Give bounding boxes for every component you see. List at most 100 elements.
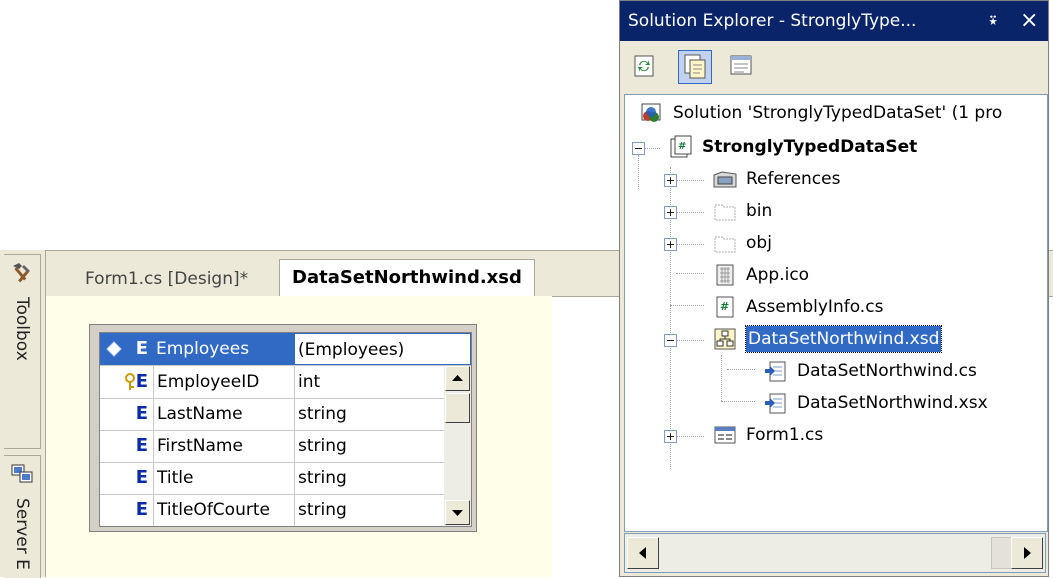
field-type[interactable]: string <box>294 430 444 462</box>
tree-line <box>645 148 660 149</box>
folder-icon <box>714 204 736 221</box>
field-type[interactable]: string <box>294 398 444 430</box>
element-glyph-e-icon: E <box>135 338 148 359</box>
tree-label: Solution 'StronglyTypedDataSet' (1 pro <box>673 103 1003 123</box>
arrow-down-icon <box>452 510 463 516</box>
field-name[interactable]: TitleOfCourte <box>153 494 294 526</box>
server-explorer-tab[interactable]: Server E <box>4 455 41 578</box>
tree-line <box>677 180 704 181</box>
collapse-project-toggle[interactable]: − <box>632 142 645 155</box>
tree-line <box>721 355 722 401</box>
solution-tree[interactable]: Solution 'StronglyTypedDataSet' (1 pro −… <box>624 94 1048 532</box>
tree-label: App.ico <box>746 265 810 285</box>
row-icon-cell: E <box>100 398 152 430</box>
element-glyph-e-icon: E <box>135 371 148 392</box>
windows-form-icon <box>714 426 736 444</box>
svg-text:#: # <box>720 300 729 313</box>
solution-tree-horizontal-scrollbar[interactable] <box>624 533 1046 573</box>
expand-obj-toggle[interactable]: + <box>664 238 677 251</box>
solution-explorer-title: Solution Explorer - StronglyType... <box>628 11 917 31</box>
field-type[interactable]: int <box>294 366 444 398</box>
tree-line <box>677 244 704 245</box>
toolbox-hammer-icon <box>13 263 30 283</box>
element-row[interactable]: E Title string <box>100 462 471 495</box>
row-icon-cell: E <box>100 366 152 398</box>
icon-file-icon <box>716 264 734 286</box>
tree-line <box>721 401 755 402</box>
arrow-up-icon <box>452 375 463 381</box>
element-row[interactable]: E TitleOfCourte string <box>100 494 471 526</box>
expand-references-toggle[interactable]: + <box>664 174 677 187</box>
field-name[interactable]: LastName <box>153 398 294 430</box>
csharp-file-icon: # <box>716 296 734 318</box>
tab-form1-design[interactable]: Form1.cs [Design]* <box>85 265 248 293</box>
field-type[interactable]: string <box>294 494 444 526</box>
collapse-xsd-toggle[interactable]: − <box>664 334 677 347</box>
dependent-file-icon <box>765 393 786 414</box>
dependent-file-icon <box>765 361 786 382</box>
field-name[interactable]: Title <box>153 462 294 494</box>
tree-label: Form1.cs <box>746 425 824 445</box>
field-type[interactable]: string <box>294 462 444 494</box>
tree-line <box>677 212 704 213</box>
properties-icon <box>730 55 752 75</box>
element-row[interactable]: E LastName string <box>100 398 471 431</box>
tree-label: obj <box>746 233 772 253</box>
scroll-left-button[interactable] <box>627 537 659 569</box>
properties-button[interactable] <box>726 50 760 84</box>
solution-explorer-titlebar[interactable]: Solution Explorer - StronglyType... ⍣ × <box>620 1 1048 41</box>
refresh-button[interactable] <box>628 50 662 84</box>
element-name[interactable]: Employees <box>153 333 294 365</box>
tree-line <box>638 155 639 189</box>
tree-label: DataSetNorthwind.cs <box>797 361 977 381</box>
tree-line <box>727 369 755 370</box>
field-name[interactable]: EmployeeID <box>153 366 294 398</box>
svg-text:#: # <box>678 141 686 152</box>
scroll-down-button[interactable] <box>445 500 470 525</box>
arrow-left-icon <box>639 547 646 559</box>
refresh-icon <box>634 55 654 77</box>
solution-icon <box>641 103 661 122</box>
row-icon-cell: E <box>100 494 152 526</box>
field-name[interactable]: FirstName <box>153 430 294 462</box>
show-all-files-icon <box>684 54 706 79</box>
toolbox-label: Toolbox <box>12 297 32 361</box>
show-all-files-button[interactable] <box>678 50 712 84</box>
csharp-project-icon: # <box>670 135 692 158</box>
element-grid-scrollbar[interactable] <box>444 366 471 526</box>
element-glyph-e-icon: E <box>135 435 148 456</box>
toolbox-tab[interactable]: Toolbox <box>4 254 41 449</box>
element-grid: E Employees (Employees) E EmployeeID int… <box>99 332 472 527</box>
server-explorer-label: Server E <box>12 498 32 570</box>
solution-explorer-toolbar <box>620 41 1048 91</box>
xsd-schema-icon <box>714 328 736 350</box>
scroll-thumb[interactable] <box>445 393 470 423</box>
expand-form1-toggle[interactable]: + <box>664 430 677 443</box>
scroll-up-button[interactable] <box>445 366 470 391</box>
folder-icon <box>714 236 736 253</box>
primary-key-icon <box>125 373 135 390</box>
element-header-row[interactable]: E Employees (Employees) <box>100 333 471 366</box>
element-glyph-e-icon: E <box>135 403 148 424</box>
element-header-icon-cell: E <box>100 333 152 365</box>
row-icon-cell: E <box>100 430 152 462</box>
scroll-right-button[interactable] <box>1011 537 1043 569</box>
tree-label: StronglyTypedDataSet <box>702 137 918 157</box>
tree-line <box>677 340 704 341</box>
solution-explorer-panel: Solution Explorer - StronglyType... ⍣ × <box>619 0 1049 577</box>
element-row[interactable]: E EmployeeID int <box>100 366 471 399</box>
pin-icon[interactable]: ⍣ <box>988 1 998 41</box>
expand-bin-toggle[interactable]: + <box>664 206 677 219</box>
tree-label: DataSetNorthwind.xsx <box>797 393 988 413</box>
element-glyph-e-icon: E <box>135 499 148 520</box>
close-icon[interactable]: × <box>1020 1 1038 41</box>
tab-dataset-xsd[interactable]: DataSetNorthwind.xsd <box>279 259 535 296</box>
element-type[interactable]: (Employees) <box>294 333 471 365</box>
element-glyph-e-icon: E <box>135 467 148 488</box>
tree-line <box>677 436 704 437</box>
tree-line <box>670 305 704 306</box>
employees-element-box[interactable]: E Employees (Employees) E EmployeeID int… <box>89 324 477 532</box>
arrow-right-icon <box>1024 547 1031 559</box>
element-row[interactable]: E FirstName string <box>100 430 471 463</box>
tree-label: bin <box>746 201 773 221</box>
